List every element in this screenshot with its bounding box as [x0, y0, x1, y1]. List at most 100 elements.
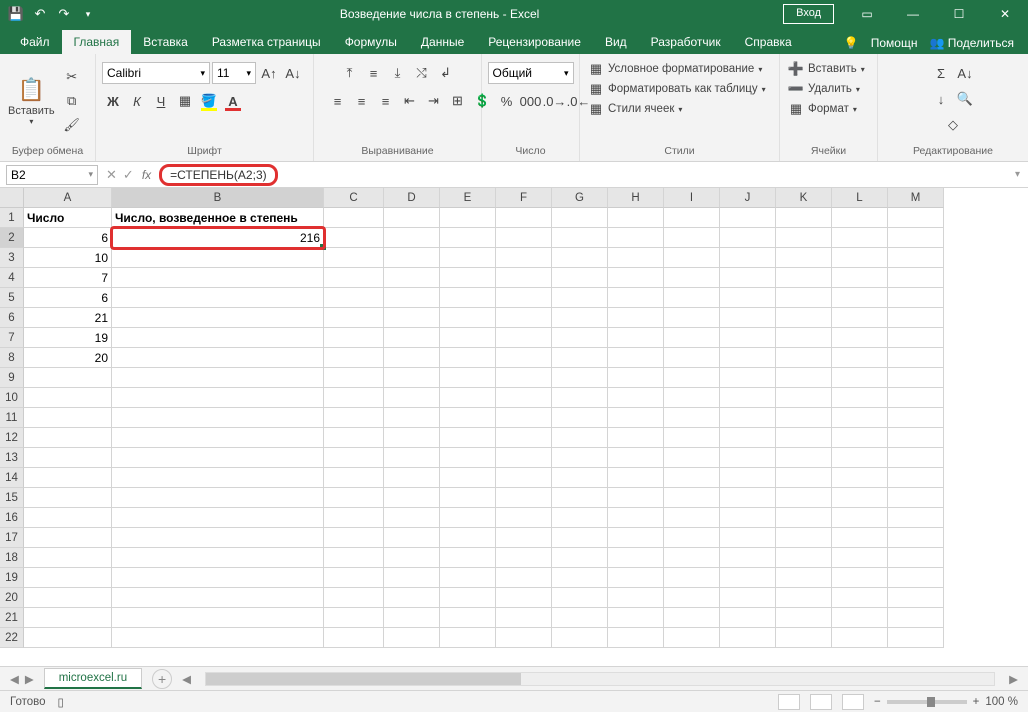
cell[interactable] — [608, 268, 664, 288]
cell[interactable] — [776, 308, 832, 328]
underline-button[interactable]: Ч — [150, 90, 172, 112]
paste-button[interactable]: 📋 Вставить ▾ — [6, 73, 57, 128]
cell[interactable] — [552, 608, 608, 628]
cell[interactable] — [720, 428, 776, 448]
cell[interactable] — [384, 208, 440, 228]
cell[interactable] — [384, 528, 440, 548]
cell[interactable] — [888, 548, 944, 568]
col-header[interactable]: M — [888, 188, 944, 208]
cell[interactable] — [24, 388, 112, 408]
copy-icon[interactable]: ⧉ — [61, 90, 83, 112]
fill-color-icon[interactable]: 🪣 — [198, 90, 220, 112]
save-icon[interactable]: 💾 — [8, 6, 24, 22]
cell[interactable] — [776, 348, 832, 368]
cell[interactable] — [832, 248, 888, 268]
orientation-icon[interactable]: ⤭ — [411, 62, 433, 84]
scroll-right-icon[interactable]: ▶ — [1009, 672, 1018, 686]
cell[interactable] — [324, 208, 384, 228]
row-header[interactable]: 15 — [0, 488, 24, 508]
row-header[interactable]: 17 — [0, 528, 24, 548]
cell[interactable] — [664, 528, 720, 548]
cell[interactable] — [552, 588, 608, 608]
undo-icon[interactable]: ↶ — [32, 6, 48, 22]
cell[interactable] — [888, 488, 944, 508]
cell[interactable] — [776, 328, 832, 348]
page-break-view-icon[interactable] — [842, 694, 864, 710]
cell[interactable] — [496, 228, 552, 248]
cell[interactable] — [552, 448, 608, 468]
cell[interactable] — [384, 568, 440, 588]
cell[interactable] — [832, 588, 888, 608]
cell[interactable] — [324, 408, 384, 428]
cell[interactable] — [496, 208, 552, 228]
cell[interactable]: 6 — [24, 228, 112, 248]
cell[interactable] — [720, 408, 776, 428]
cell[interactable] — [440, 368, 496, 388]
cell[interactable] — [776, 428, 832, 448]
col-header[interactable]: F — [496, 188, 552, 208]
row-header[interactable]: 6 — [0, 308, 24, 328]
cell[interactable] — [552, 268, 608, 288]
cell[interactable] — [888, 408, 944, 428]
cell[interactable] — [24, 368, 112, 388]
cell[interactable] — [552, 328, 608, 348]
expand-formula-icon[interactable]: ▾ — [1007, 169, 1028, 180]
cell[interactable] — [832, 448, 888, 468]
cell[interactable] — [112, 528, 324, 548]
cell[interactable] — [664, 548, 720, 568]
cell[interactable] — [832, 348, 888, 368]
cell[interactable] — [720, 268, 776, 288]
row-header[interactable]: 10 — [0, 388, 24, 408]
cell[interactable] — [888, 528, 944, 548]
cell[interactable] — [496, 368, 552, 388]
cell[interactable] — [24, 568, 112, 588]
cell[interactable] — [324, 488, 384, 508]
page-layout-view-icon[interactable] — [810, 694, 832, 710]
cell[interactable] — [384, 268, 440, 288]
cell[interactable] — [608, 568, 664, 588]
horizontal-scrollbar[interactable]: ◀ ▶ — [182, 672, 1018, 686]
border-icon[interactable]: ▦ — [174, 90, 196, 112]
zoom-out-icon[interactable]: − — [874, 696, 881, 708]
row-header[interactable]: 8 — [0, 348, 24, 368]
font-name-combo[interactable]: Calibri▾ — [102, 62, 210, 84]
cell[interactable] — [324, 588, 384, 608]
bold-button[interactable]: Ж — [102, 90, 124, 112]
cell[interactable] — [608, 468, 664, 488]
cell[interactable] — [384, 548, 440, 568]
cell[interactable] — [324, 328, 384, 348]
cell[interactable] — [664, 368, 720, 388]
italic-button[interactable]: К — [126, 90, 148, 112]
font-size-combo[interactable]: 11▾ — [212, 62, 256, 84]
cell[interactable] — [440, 288, 496, 308]
cell[interactable] — [384, 408, 440, 428]
row-header[interactable]: 13 — [0, 448, 24, 468]
cell[interactable] — [664, 308, 720, 328]
cell[interactable] — [608, 448, 664, 468]
row-header[interactable]: 18 — [0, 548, 24, 568]
cell[interactable] — [608, 628, 664, 648]
cell[interactable] — [496, 248, 552, 268]
cell[interactable] — [24, 488, 112, 508]
col-header[interactable]: C — [324, 188, 384, 208]
cell[interactable] — [776, 568, 832, 588]
cell[interactable] — [384, 428, 440, 448]
cell[interactable] — [324, 428, 384, 448]
cell[interactable] — [720, 328, 776, 348]
name-box[interactable]: B2▾ — [6, 165, 98, 185]
cell[interactable] — [384, 608, 440, 628]
cell[interactable] — [440, 208, 496, 228]
cell[interactable] — [324, 568, 384, 588]
row-header[interactable]: 11 — [0, 408, 24, 428]
cell[interactable] — [664, 428, 720, 448]
zoom-level[interactable]: 100 % — [985, 696, 1018, 708]
cell[interactable] — [384, 388, 440, 408]
cell[interactable] — [720, 388, 776, 408]
add-sheet-button[interactable]: + — [152, 669, 172, 689]
cell[interactable] — [608, 428, 664, 448]
cell[interactable] — [496, 468, 552, 488]
cell[interactable] — [440, 588, 496, 608]
cell[interactable] — [608, 488, 664, 508]
cell[interactable] — [324, 248, 384, 268]
cell[interactable] — [608, 248, 664, 268]
